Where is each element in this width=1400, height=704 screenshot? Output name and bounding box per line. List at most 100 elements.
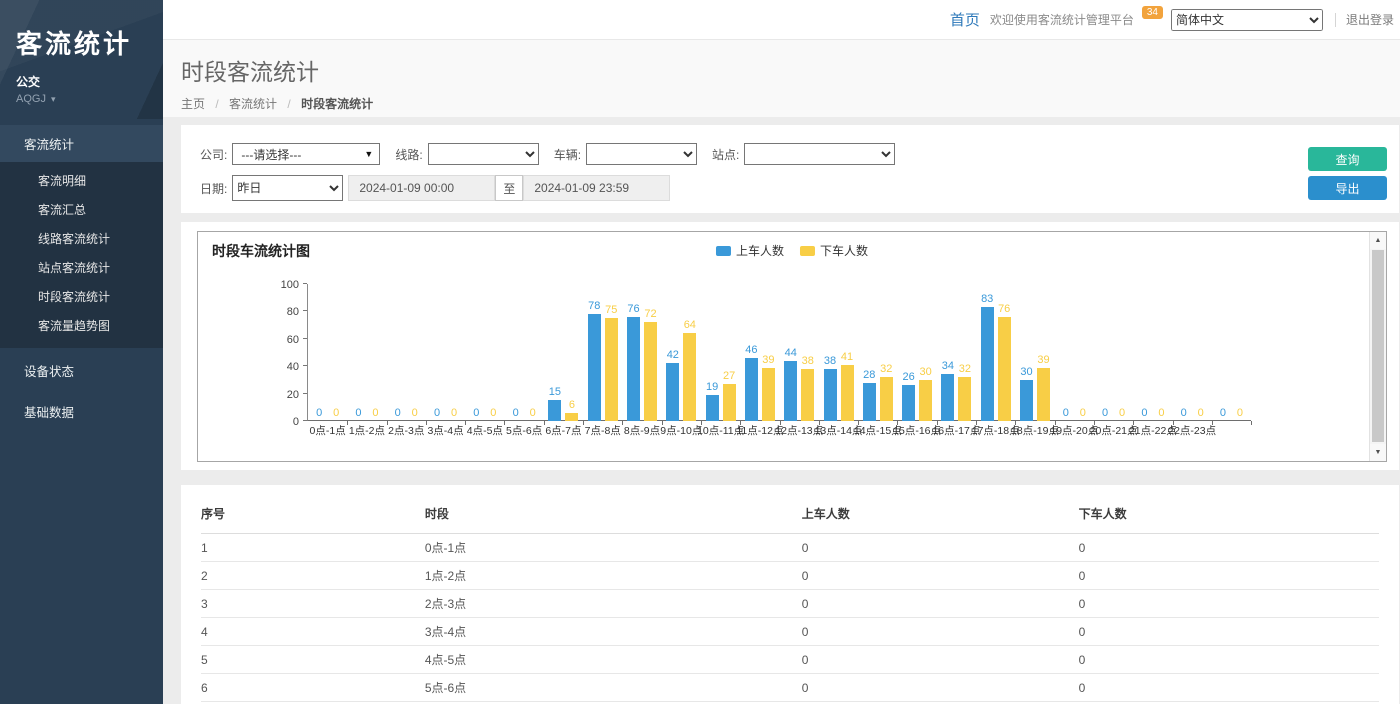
bar-alighting [605, 318, 618, 421]
bar-value-label: 19 [706, 381, 718, 393]
table-cell: 0 [802, 562, 1079, 590]
dropdown-arrow-icon: ▼ [364, 149, 373, 159]
bar-value-label: 64 [684, 319, 696, 331]
sidebar-subitem[interactable]: 客流明细 [0, 166, 163, 195]
table-header-cell: 上车人数 [802, 497, 1079, 534]
date-preset-select[interactable]: 昨日 [232, 175, 343, 201]
sidebar-subitem[interactable]: 客流量趋势图 [0, 311, 163, 340]
breadcrumb-section[interactable]: 客流统计 [229, 97, 277, 111]
bar-value-label: 30 [1020, 366, 1032, 378]
bar-column: 0 [1076, 407, 1089, 421]
chart-panel: 时段车流统计图 上车人数下车人数 020406080100 000点-1点001… [181, 222, 1399, 470]
station-select[interactable] [744, 143, 895, 165]
bar-column: 0 [408, 407, 421, 421]
bar-column: 78 [588, 300, 601, 421]
chart-category: 343216点-17点 [937, 284, 976, 421]
bar-alighting [762, 368, 775, 421]
table-header-cell: 时段 [425, 497, 802, 534]
export-button[interactable]: 导出 [1308, 176, 1387, 200]
bar-column: 26 [902, 371, 915, 421]
bar-value-label: 26 [902, 371, 914, 383]
chart-category: 0019点-20点 [1055, 284, 1094, 421]
table-cell: 0 [1079, 646, 1379, 674]
caret-down-icon: ▾ [51, 94, 56, 104]
sidebar-subitem[interactable]: 时段客流统计 [0, 282, 163, 311]
bar-column: 30 [1020, 366, 1033, 421]
bar-alighting [565, 413, 578, 421]
bar-value-label: 6 [569, 399, 575, 411]
breadcrumb-home[interactable]: 主页 [181, 97, 205, 111]
scroll-up-icon[interactable]: ▲ [1370, 232, 1386, 249]
bar-boarding [745, 358, 758, 421]
date-end-input[interactable] [523, 175, 670, 201]
bar-value-label: 0 [355, 407, 361, 419]
bar-column: 0 [509, 407, 522, 421]
legend-swatch-icon [800, 246, 815, 256]
y-axis-label: 100 [281, 279, 299, 291]
bar-alighting [723, 384, 736, 421]
sidebar-submenu: 客流明细客流汇总线路客流统计站点客流统计时段客流统计客流量趋势图 [0, 162, 163, 348]
bar-value-label: 0 [434, 407, 440, 419]
welcome-text: 欢迎使用客流统计管理平台 [990, 11, 1134, 28]
bar-value-label: 0 [316, 407, 322, 419]
bar-value-label: 41 [841, 351, 853, 363]
table-cell: 0 [802, 674, 1079, 702]
chart-category: 443812点-13点 [780, 284, 819, 421]
line-select[interactable] [428, 143, 539, 165]
bar-column: 0 [1155, 407, 1168, 421]
chart-category: 001点-2点 [347, 284, 386, 421]
bar-value-label: 44 [785, 347, 797, 359]
topbar-divider [1335, 13, 1336, 27]
sidebar-item-passenger-stats[interactable]: 客流统计 [0, 125, 163, 162]
x-axis-label: 2点-3点 [388, 423, 424, 438]
sidebar-subitem[interactable]: 线路客流统计 [0, 224, 163, 253]
bar-alighting [919, 380, 932, 421]
bar-column: 19 [706, 381, 719, 421]
filter-panel: 公司: ---请选择--- ▼ 线路: 车辆: 站点: 日期: 昨日 [181, 125, 1399, 213]
sidebar-subitem[interactable]: 站点客流统计 [0, 253, 163, 282]
bar-value-label: 76 [998, 303, 1010, 315]
chart-category: 0020点-21点 [1094, 284, 1133, 421]
scrollbar-thumb[interactable] [1372, 250, 1384, 442]
bar-boarding [824, 369, 837, 421]
chart-category: 192710点-11点 [701, 284, 740, 421]
logout-link[interactable]: 退出登录 [1346, 11, 1394, 28]
bar-value-label: 0 [1158, 407, 1164, 419]
company-select[interactable]: ---请选择--- ▼ [232, 143, 380, 165]
sidebar-subitem[interactable]: 客流汇总 [0, 195, 163, 224]
bar-column: 0 [1177, 407, 1190, 421]
table-body: 10点-1点0021点-2点0032点-3点0043点-4点0054点-5点00… [201, 534, 1379, 704]
sidebar-item-device-status[interactable]: 设备状态 [0, 352, 163, 389]
sidebar-item-base-data[interactable]: 基础数据 [0, 393, 163, 430]
date-start-input[interactable] [348, 175, 495, 201]
bar-value-label: 78 [588, 300, 600, 312]
table-row: 10点-1点00 [201, 534, 1379, 562]
org-code-dropdown[interactable]: AQGJ ▾ [16, 93, 149, 105]
chart-scroll-box: 时段车流统计图 上车人数下车人数 020406080100 000点-1点001… [197, 231, 1387, 462]
bar-value-label: 27 [723, 370, 735, 382]
home-link[interactable]: 首页 [950, 9, 980, 30]
content-area: 公司: ---请选择--- ▼ 线路: 车辆: 站点: 日期: 昨日 [163, 117, 1400, 704]
legend-item[interactable]: 下车人数 [800, 242, 868, 259]
vehicle-select[interactable] [586, 143, 697, 165]
y-axis-label: 40 [287, 361, 299, 373]
bar-value-label: 15 [549, 386, 561, 398]
table-header-cell: 下车人数 [1079, 497, 1379, 534]
sidebar-menu: 客流统计客流明细客流汇总线路客流统计站点客流统计时段客流统计客流量趋势图设备状态… [0, 125, 163, 430]
table-cell: 1点-2点 [425, 562, 802, 590]
table-cell: 5点-6点 [425, 674, 802, 702]
query-button[interactable]: 查询 [1308, 147, 1387, 171]
scroll-down-icon[interactable]: ▼ [1370, 444, 1386, 461]
bar-column: 75 [605, 304, 618, 421]
bar-boarding [548, 400, 561, 421]
y-axis-label: 80 [287, 306, 299, 318]
bar-value-label: 0 [372, 407, 378, 419]
language-select[interactable]: 简体中文 [1171, 9, 1323, 31]
bar-column: 42 [666, 349, 679, 421]
bar-value-label: 0 [1181, 407, 1187, 419]
bar-value-label: 30 [919, 366, 931, 378]
bar-value-label: 46 [745, 344, 757, 356]
table-cell: 0 [1079, 562, 1379, 590]
bar-boarding [902, 385, 915, 421]
legend-item[interactable]: 上车人数 [716, 242, 784, 259]
